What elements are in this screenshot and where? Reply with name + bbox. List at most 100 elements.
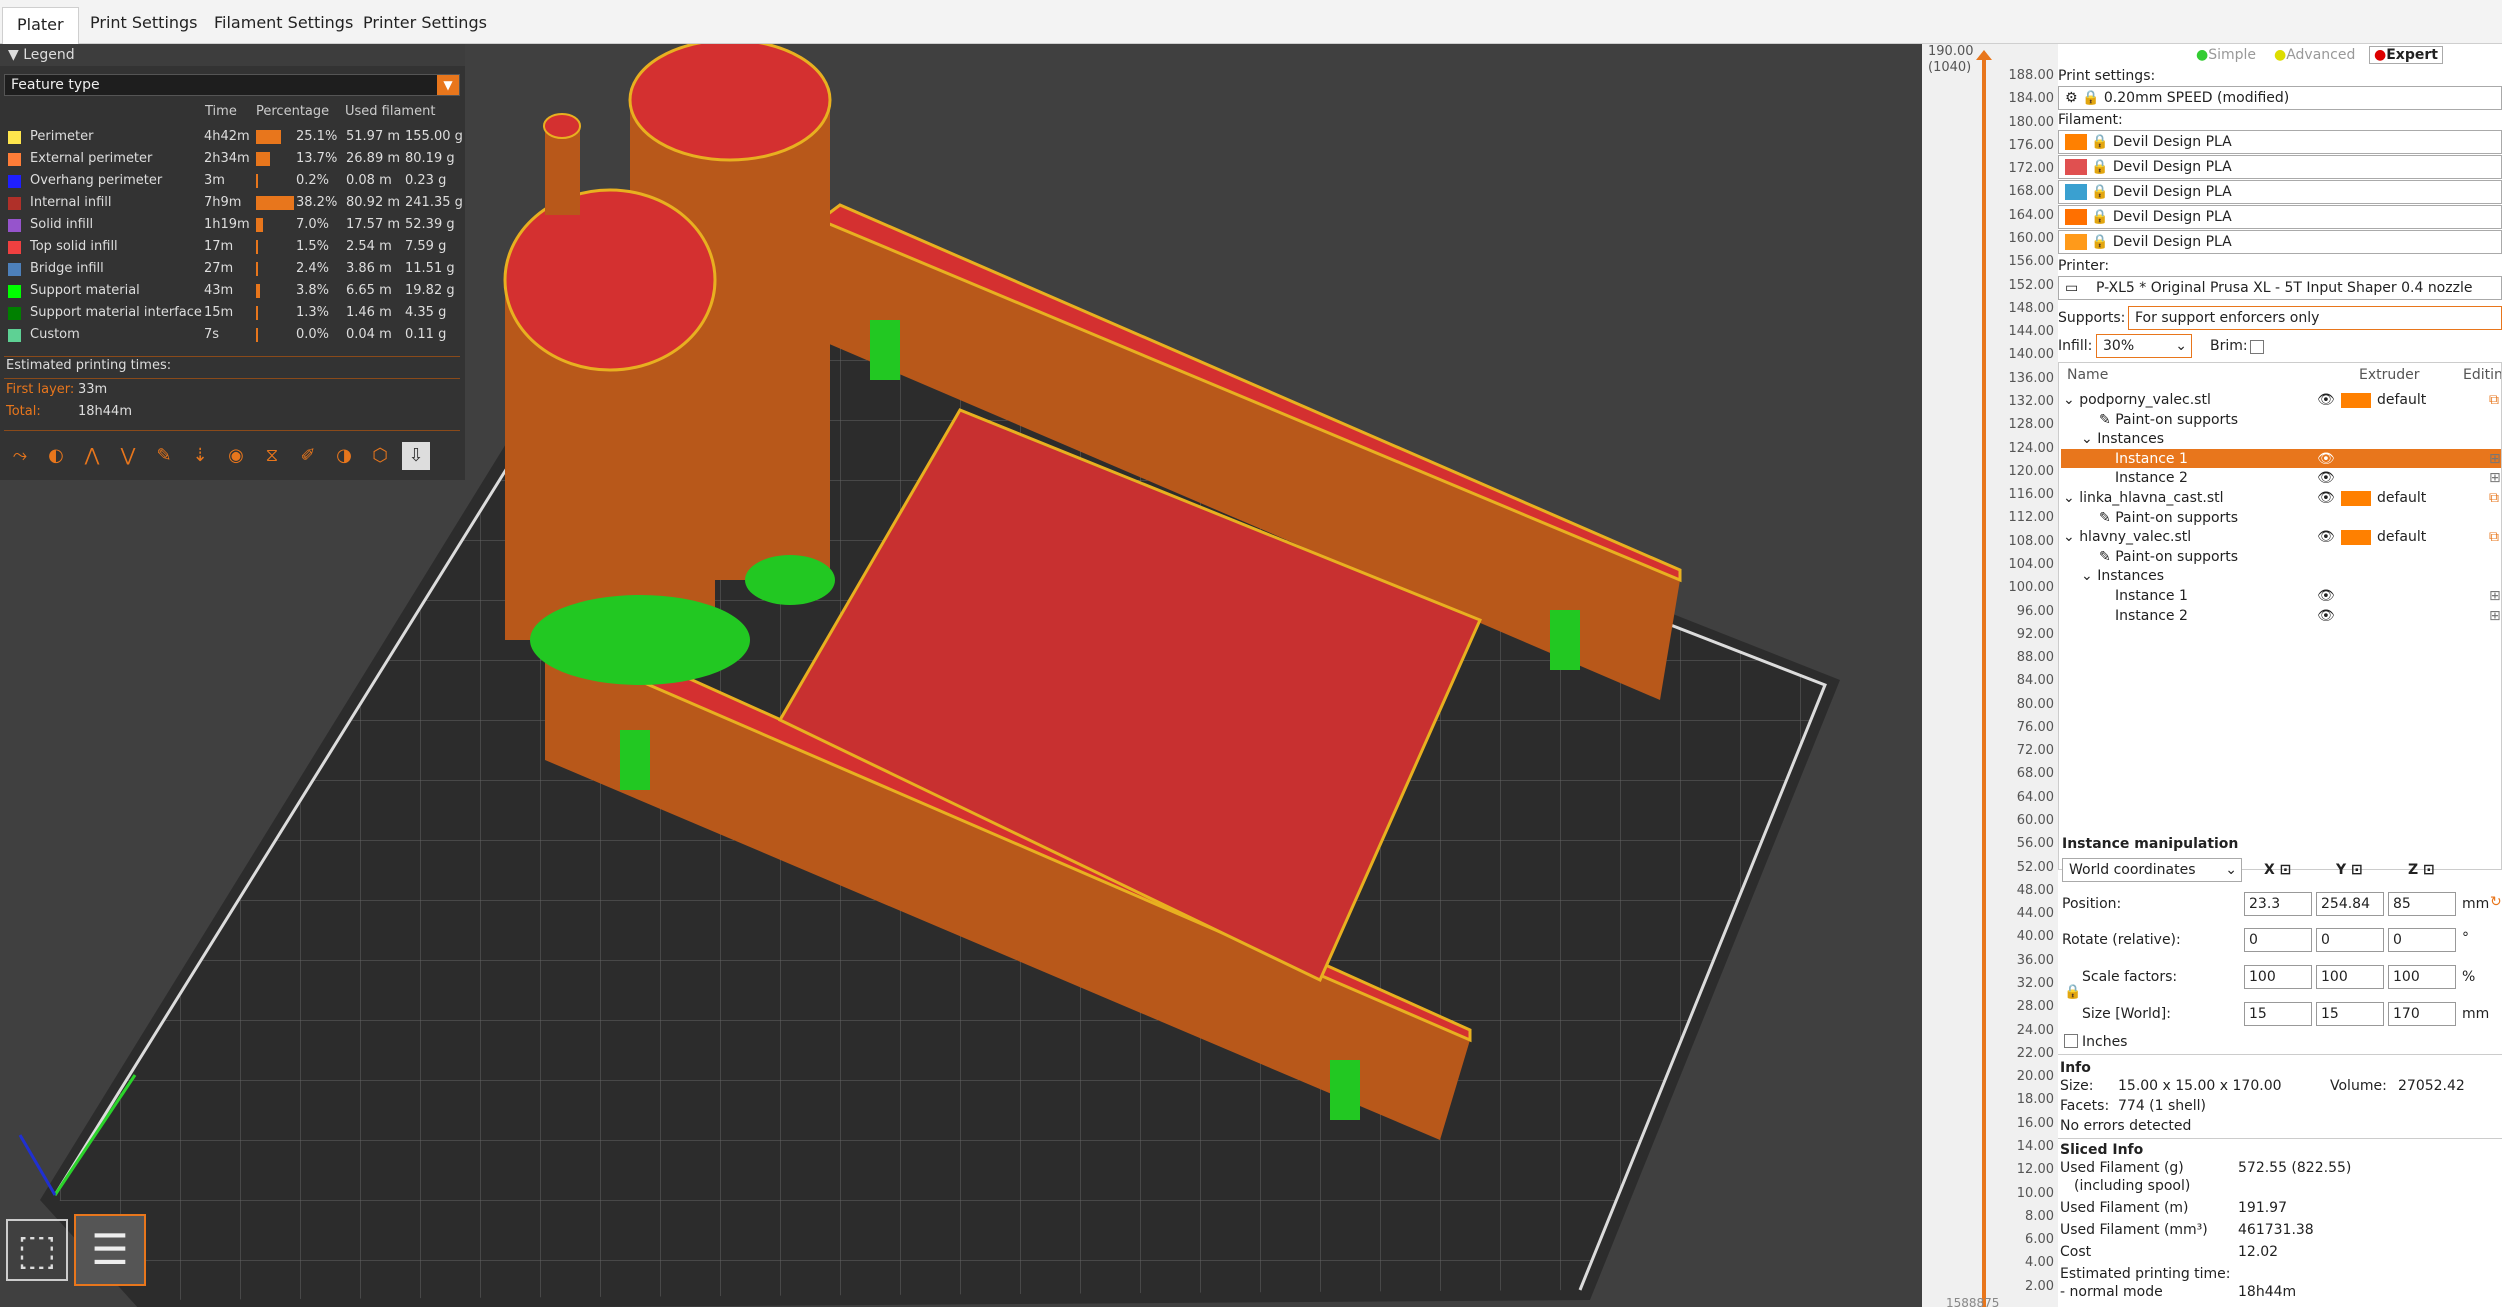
object-list-row[interactable]: ⌄ Instances — [2059, 567, 2501, 586]
visibility-icon[interactable]: 👁 — [2317, 528, 2335, 547]
mode-simple[interactable]: ●Simple — [2196, 47, 2256, 63]
coordinates-select[interactable]: World coordinates ⌄ — [2062, 858, 2242, 882]
scale-x-input[interactable]: 100 — [2244, 965, 2312, 989]
shells-icon[interactable]: ⬡ — [366, 442, 394, 470]
object-list-row[interactable]: ⌄ linka_hlavna_cast.stl 👁 default ⧉ — [2059, 489, 2501, 508]
object-list-row[interactable]: ⌄ hlavny_valec.stl 👁 default ⧉ — [2059, 528, 2501, 547]
brim-checkbox[interactable] — [2250, 340, 2264, 354]
legend-row[interactable]: Perimeter 4h42m 25.1% 51.97 m 155.00 g — [0, 126, 465, 148]
visibility-icon[interactable]: 👁 — [2317, 587, 2335, 606]
object-list-row[interactable]: Instance 1 👁 ⊞ — [2059, 450, 2501, 469]
inches-checkbox[interactable] — [2064, 1034, 2078, 1048]
position-z-input[interactable]: 85 — [2388, 892, 2456, 916]
legend-row[interactable]: Top solid infill 17m 1.5% 2.54 m 7.59 g — [0, 236, 465, 258]
filament-select[interactable]: 🔒 Devil Design PLA — [2058, 180, 2502, 204]
tab-filament-settings[interactable]: Filament Settings — [214, 8, 353, 38]
printer-select[interactable]: ▭ P-XL5 * Original Prusa XL - 5T Input S… — [2058, 276, 2502, 300]
position-y-input[interactable]: 254.84 — [2316, 892, 2384, 916]
feature-type-select[interactable]: Feature type ▼ — [4, 74, 460, 96]
tool-changes-icon[interactable]: ⇣ — [186, 442, 214, 470]
center-of-gravity-icon[interactable]: ◑ — [330, 442, 358, 470]
filament-select[interactable]: 🔒 Devil Design PLA — [2058, 205, 2502, 229]
custom-gcode-icon[interactable]: ✐ — [294, 442, 322, 470]
visibility-icon[interactable]: 👁 — [2317, 450, 2335, 469]
object-list-row[interactable]: Instance 2 👁 ⊞ — [2059, 607, 2501, 626]
instance-icon[interactable]: ⊞ — [2489, 469, 2501, 488]
extruder-value[interactable]: default — [2377, 528, 2426, 547]
instance-icon[interactable]: ⊞ — [2489, 607, 2501, 626]
mode-advanced[interactable]: ●Advanced — [2274, 47, 2355, 63]
legend-header[interactable]: ▼ Legend — [0, 44, 465, 66]
visibility-icon[interactable]: 👁 — [2317, 391, 2335, 410]
instance-icon[interactable]: ⊞ — [2489, 587, 2501, 606]
retractions-icon[interactable]: ⋀ — [78, 442, 106, 470]
legend-row[interactable]: Bridge infill 27m 2.4% 3.86 m 11.51 g — [0, 258, 465, 280]
print-profile-select[interactable]: ⚙ 🔒 0.20mm SPEED (modified) — [2058, 86, 2502, 110]
feature-percentage: 0.0% — [296, 327, 330, 342]
drop-to-bed-icon[interactable]: ↻ — [2490, 894, 2502, 910]
size-y-input[interactable]: 15 — [2316, 1002, 2384, 1026]
legend-row[interactable]: Support material interface 15m 1.3% 1.46 m 4… — [0, 302, 465, 324]
divider — [2058, 1138, 2502, 1139]
filament-select[interactable]: 🔒 Devil Design PLA — [2058, 230, 2502, 254]
visibility-icon[interactable]: 👁 — [2317, 469, 2335, 488]
rotate-y-input[interactable]: 0 — [2316, 928, 2384, 952]
size-z-input[interactable]: 170 — [2388, 1002, 2456, 1026]
object-list-row[interactable]: ✎ Paint-on supports — [2059, 548, 2501, 567]
view-preview-button[interactable]: ☰ — [74, 1214, 146, 1286]
travel-icon[interactable]: ⤳ — [6, 442, 34, 470]
object-list-row[interactable]: ✎ Paint-on supports — [2059, 509, 2501, 528]
layer-slider[interactable]: 190.00 (1040) 188.00 184.00 180.00 176.00 17… — [1922, 44, 2060, 1307]
visibility-icon[interactable]: 👁 — [2317, 489, 2335, 508]
object-list-row[interactable]: ✎ Paint-on supports — [2059, 411, 2501, 430]
ruler-tick: 48.00 — [2016, 882, 2054, 898]
scale-z-input[interactable]: 100 — [2388, 965, 2456, 989]
size-x-input[interactable]: 15 — [2244, 1002, 2312, 1026]
legend-row[interactable]: Solid infill 1h19m 7.0% 17.57 m 52.39 g — [0, 214, 465, 236]
tab-print-settings[interactable]: Print Settings — [90, 8, 198, 38]
chevron-down-icon: ⌄ — [2081, 431, 2098, 448]
feature-time: 17m — [204, 239, 234, 254]
instance-icon[interactable]: ⊞ — [2489, 450, 2501, 469]
object-list[interactable]: Name Extruder Editin ⌄ podporny_valec.st… — [2058, 362, 2502, 870]
object-list-row[interactable]: ⌄ podporny_valec.stl 👁 default ⧉ — [2059, 391, 2501, 410]
position-x-input[interactable]: 23.3 — [2244, 892, 2312, 916]
pause-icon[interactable]: ⧖ — [258, 442, 286, 470]
scale-y-input[interactable]: 100 — [2316, 965, 2384, 989]
color-changes-icon[interactable]: ◉ — [222, 442, 250, 470]
edit-icon[interactable]: ⧉ — [2489, 528, 2499, 547]
legend-row[interactable]: Support material 43m 3.8% 6.65 m 19.82 g — [0, 280, 465, 302]
legend-row[interactable]: Custom 7s 0.0% 0.04 m 0.11 g — [0, 324, 465, 346]
object-list-row[interactable]: Instance 1 👁 ⊞ — [2059, 587, 2501, 606]
edit-icon[interactable]: ⧉ — [2489, 391, 2499, 410]
legend-row[interactable]: External perimeter 2h34m 13.7% 26.89 m 80.19… — [0, 148, 465, 170]
mode-expert[interactable]: ●Expert — [2369, 46, 2443, 64]
legend-row[interactable]: Overhang perimeter 3m 0.2% 0.08 m 0.23 g — [0, 170, 465, 192]
color-swatch — [8, 329, 21, 342]
supports-select[interactable]: For support enforcers only — [2128, 306, 2502, 330]
slider-track[interactable] — [1982, 54, 1986, 1307]
extruder-value[interactable]: default — [2377, 391, 2426, 410]
infill-select[interactable]: 30% ⌄ — [2096, 334, 2192, 358]
filament-select[interactable]: 🔒 Devil Design PLA — [2058, 155, 2502, 179]
filament-select[interactable]: 🔒 Devil Design PLA — [2058, 130, 2502, 154]
deretractions-icon[interactable]: ⋁ — [114, 442, 142, 470]
seams-icon[interactable]: ✎ — [150, 442, 178, 470]
view-3d-button[interactable]: ⬚ — [6, 1219, 68, 1281]
edit-icon[interactable]: ⧉ — [2489, 489, 2499, 508]
feature-weight: 7.59 g — [405, 239, 447, 254]
lock-icon[interactable]: 🔒 — [2064, 984, 2081, 1000]
tab-printer-settings[interactable]: Printer Settings — [363, 8, 487, 38]
tool-marker-icon[interactable]: ⇩ — [402, 442, 430, 470]
percentage-bar — [256, 130, 281, 144]
slider-thumb[interactable] — [1976, 50, 1992, 60]
object-list-row[interactable]: ⌄ Instances — [2059, 430, 2501, 449]
rotate-x-input[interactable]: 0 — [2244, 928, 2312, 952]
visibility-icon[interactable]: 👁 — [2317, 607, 2335, 626]
wipe-icon[interactable]: ◐ — [42, 442, 70, 470]
legend-row[interactable]: Internal infill 7h9m 38.2% 80.92 m 241.35 g — [0, 192, 465, 214]
rotate-z-input[interactable]: 0 — [2388, 928, 2456, 952]
extruder-value[interactable]: default — [2377, 489, 2426, 508]
tab-plater[interactable]: Plater — [2, 7, 79, 44]
object-list-row[interactable]: Instance 2 👁 ⊞ — [2059, 469, 2501, 488]
